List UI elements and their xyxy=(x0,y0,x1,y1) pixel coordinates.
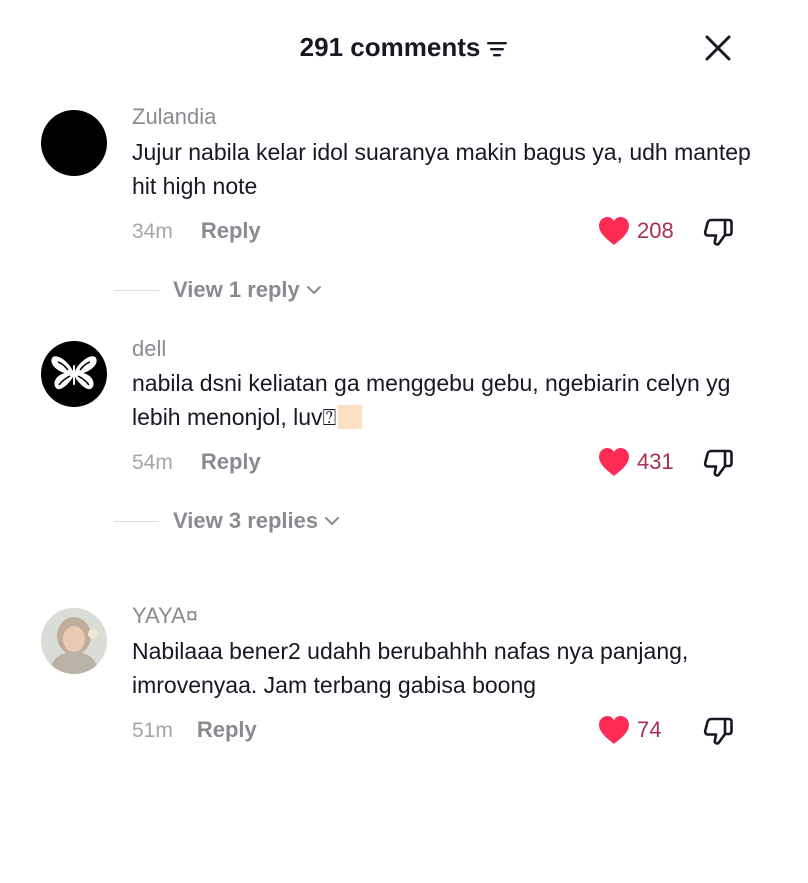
dislike-icon[interactable] xyxy=(702,447,734,479)
comment-username[interactable]: YAYA¤ xyxy=(132,603,198,629)
like-count: 208 xyxy=(637,218,674,243)
chevron-down-icon xyxy=(325,517,340,525)
heart-icon xyxy=(599,716,629,744)
comment-username[interactable]: dell xyxy=(132,336,166,362)
avatar[interactable] xyxy=(41,608,107,674)
comment-time: 54m xyxy=(132,451,173,474)
view-replies-label: View 3 replies xyxy=(173,508,319,533)
reply-button[interactable]: Reply xyxy=(201,449,261,475)
like-button[interactable]: 208 xyxy=(598,216,674,246)
chevron-down-icon xyxy=(306,286,321,294)
profile-photo-icon xyxy=(41,608,107,674)
comment-text-content: nabila dsni keliatan ga menggebu gebu, n… xyxy=(132,370,731,430)
like-button[interactable]: 74 xyxy=(598,715,661,745)
butterfly-icon xyxy=(51,356,97,390)
comment-time: 51m xyxy=(132,719,173,742)
comment-time: 34m xyxy=(132,220,173,243)
reply-button[interactable]: Reply xyxy=(201,218,261,244)
view-replies-button[interactable]: View 1 reply xyxy=(114,277,322,303)
emoji-placeholder xyxy=(338,405,363,429)
like-count: 431 xyxy=(637,449,674,474)
like-button[interactable]: 431 xyxy=(598,447,674,477)
emoji-fallback-glyph: ⍰ xyxy=(322,404,337,430)
comment-text: Jujur nabila kelar idol suaranya makin b… xyxy=(132,139,751,199)
reply-button[interactable]: Reply xyxy=(197,717,257,743)
comment-meta: 54m Reply xyxy=(132,449,261,475)
comments-header: 291 comments xyxy=(0,0,808,96)
sort-lines-icon[interactable] xyxy=(486,38,508,60)
avatar[interactable] xyxy=(41,341,107,407)
view-replies-label: View 1 reply xyxy=(173,277,300,302)
header-title-group[interactable]: 291 comments xyxy=(0,32,808,63)
close-icon[interactable] xyxy=(703,33,733,63)
dislike-icon[interactable] xyxy=(702,216,734,248)
comment-text: Nabilaaa bener2 udahh berubahhh nafas ny… xyxy=(132,638,689,698)
divider-line xyxy=(114,520,159,522)
view-replies-button[interactable]: View 3 replies xyxy=(114,508,340,534)
comments-count-title: 291 comments xyxy=(299,32,481,62)
avatar[interactable] xyxy=(41,110,107,176)
comment-meta: 34m Reply xyxy=(132,218,261,244)
comment-username[interactable]: Zulandia xyxy=(132,104,216,130)
comment-text: nabila dsni keliatan ga menggebu gebu, n… xyxy=(132,366,752,434)
dislike-icon[interactable] xyxy=(702,715,734,747)
heart-icon xyxy=(599,448,629,476)
divider-line xyxy=(114,289,159,291)
comment-meta: 51m Reply xyxy=(132,717,257,743)
heart-icon xyxy=(599,217,629,245)
like-count: 74 xyxy=(637,717,662,742)
